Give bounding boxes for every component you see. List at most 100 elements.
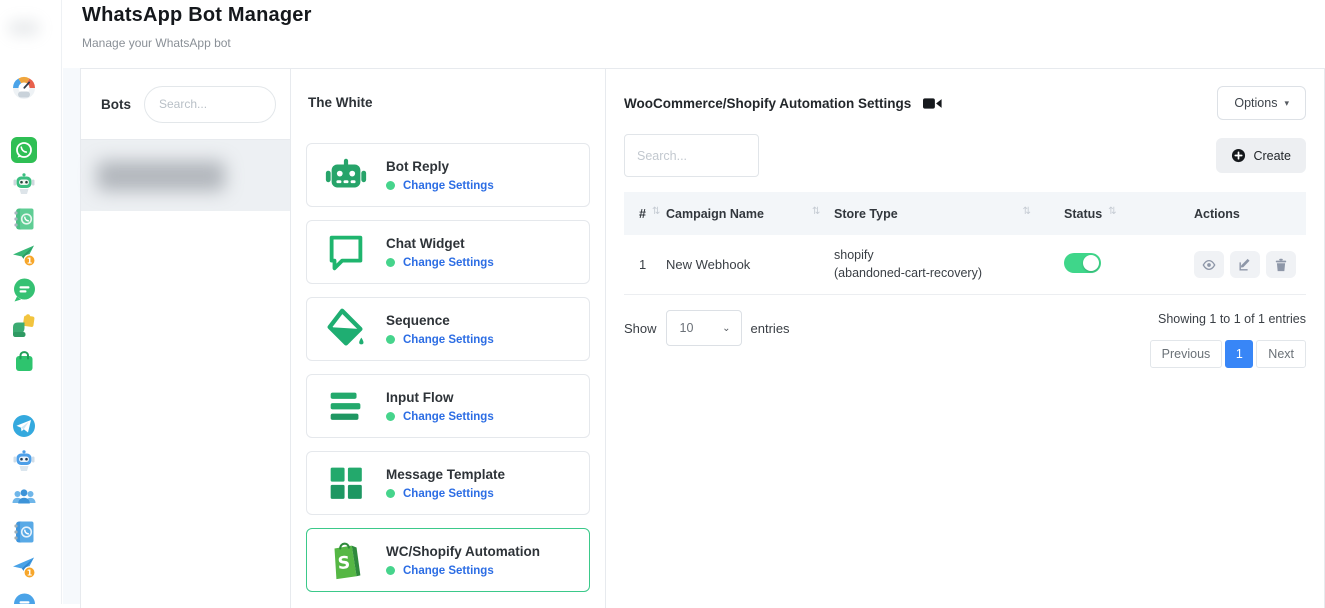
sort-icon: ⇅: [1023, 206, 1031, 217]
sort-icon: ⇅: [812, 206, 820, 217]
telegram-group-icon[interactable]: [11, 484, 37, 510]
whatsapp-campaign-icon[interactable]: 1: [11, 242, 37, 268]
campaign-name-cell: New Webhook: [666, 257, 834, 272]
telegram-icon[interactable]: [11, 413, 37, 439]
create-label: Create: [1253, 149, 1291, 163]
feature-card-text: WC/Shopify Automation Change Settings: [386, 544, 540, 577]
current-page-button[interactable]: 1: [1225, 340, 1253, 368]
next-page-button[interactable]: Next: [1256, 340, 1306, 368]
page-size-value: 10: [680, 321, 694, 335]
feature-card-text: Chat Widget Change Settings: [386, 236, 494, 269]
options-label: Options: [1234, 96, 1277, 110]
pagination-block: Showing 1 to 1 of 1 entries Previous 1 N…: [1150, 310, 1306, 368]
column-header-campaign-name[interactable]: Campaign Name⇅: [666, 207, 834, 221]
telegram-campaign-icon[interactable]: 1: [11, 554, 37, 580]
telegram-chat-icon[interactable]: [11, 592, 37, 604]
view-button[interactable]: [1194, 251, 1224, 278]
table-toolbar: Create: [624, 134, 1306, 177]
change-settings-link[interactable]: Change Settings: [403, 411, 494, 423]
whatsapp-contacts-icon[interactable]: [11, 206, 37, 232]
change-settings-link[interactable]: Change Settings: [403, 257, 494, 269]
svg-text:S: S: [337, 553, 351, 574]
chevron-down-icon: ▾: [1284, 98, 1289, 109]
trash-icon: [1274, 258, 1288, 272]
bots-search-input[interactable]: [144, 86, 276, 123]
table-search-input[interactable]: [624, 134, 759, 177]
feature-card-text: Input Flow Change Settings: [386, 390, 494, 423]
background-strip: [63, 68, 80, 604]
feature-card-text: Bot Reply Change Settings: [386, 159, 494, 192]
edit-icon: [1238, 258, 1252, 272]
change-settings-link[interactable]: Change Settings: [403, 334, 494, 346]
status-dot: [386, 489, 395, 498]
delete-button[interactable]: [1266, 251, 1296, 278]
feature-card-wc-shopify-automation[interactable]: S WC/Shopify Automation Change Settings: [306, 528, 590, 592]
whatsapp-icon[interactable]: [11, 137, 37, 163]
telegram-bot-icon[interactable]: [11, 448, 37, 474]
column-header-num[interactable]: #⇅: [624, 207, 666, 221]
actions-cell: [1194, 251, 1306, 278]
store-icon[interactable]: [11, 348, 37, 374]
telegram-contacts-icon[interactable]: [11, 519, 37, 545]
bars-icon: [323, 383, 369, 429]
eye-icon: [1202, 258, 1216, 272]
previous-page-button[interactable]: Previous: [1150, 340, 1223, 368]
feature-card-title: Input Flow: [386, 390, 494, 405]
svg-text:1: 1: [27, 256, 33, 265]
change-settings-link[interactable]: Change Settings: [403, 488, 494, 500]
whatsapp-chat-icon[interactable]: [11, 277, 37, 303]
bot-manager-card: Bots The White: [80, 68, 1325, 608]
change-settings-link[interactable]: Change Settings: [403, 565, 494, 577]
column-header-store-type[interactable]: Store Type⇅: [834, 207, 1064, 221]
shopify-bag-icon: S: [323, 537, 369, 583]
page-title: WhatsApp Bot Manager: [82, 4, 312, 27]
pagination: Previous 1 Next: [1150, 340, 1306, 368]
integration-icon[interactable]: [11, 313, 37, 339]
store-type-cell: shopify (abandoned-cart-recovery): [834, 247, 1064, 282]
create-button[interactable]: Create: [1216, 138, 1306, 173]
bot-list-item-selected[interactable]: [81, 140, 290, 211]
page-size-control: Show 10 ⌄ entries: [624, 310, 790, 346]
row-number: 1: [624, 257, 666, 272]
feature-card-message-template[interactable]: Message Template Change Settings: [306, 451, 590, 515]
automation-settings-panel: WooCommerce/Shopify Automation Settings …: [606, 69, 1324, 608]
whatsapp-bot-icon[interactable]: [11, 171, 37, 197]
feature-card-input-flow[interactable]: Input Flow Change Settings: [306, 374, 590, 438]
column-header-status[interactable]: Status⇅: [1064, 207, 1194, 221]
paint-bucket-icon: [323, 306, 369, 352]
status-dot: [386, 412, 395, 421]
table-row: 1 New Webhook shopify (abandoned-cart-re…: [624, 235, 1306, 295]
chevron-down-icon: ⌄: [722, 323, 730, 334]
feature-card-title: Message Template: [386, 467, 505, 482]
robot-icon: [323, 152, 369, 198]
page-subtitle: Manage your WhatsApp bot: [82, 36, 312, 50]
feature-card-title: Chat Widget: [386, 236, 494, 251]
store-type-line2: (abandoned-cart-recovery): [834, 265, 1064, 283]
status-toggle[interactable]: [1064, 253, 1101, 273]
video-tutorial-icon[interactable]: [923, 97, 942, 110]
feature-card-sequence[interactable]: Sequence Change Settings: [306, 297, 590, 361]
store-type-line1: shopify: [834, 247, 1064, 265]
change-settings-link[interactable]: Change Settings: [403, 180, 494, 192]
svg-text:1: 1: [27, 568, 33, 577]
edit-button[interactable]: [1230, 251, 1260, 278]
settings-title: WooCommerce/Shopify Automation Settings: [624, 96, 911, 111]
feature-card-title: WC/Shopify Automation: [386, 544, 540, 559]
entries-label: entries: [751, 321, 790, 336]
feature-card-bot-reply[interactable]: Bot Reply Change Settings: [306, 143, 590, 207]
table-footer: Show 10 ⌄ entries Showing 1 to 1 of 1 en…: [624, 310, 1306, 368]
feature-card-title: Sequence: [386, 313, 494, 328]
bots-panel-header: Bots: [81, 69, 290, 140]
plus-circle-icon: [1231, 148, 1246, 163]
options-button[interactable]: Options ▾: [1217, 86, 1306, 120]
status-dot: [386, 335, 395, 344]
showing-entries-text: Showing 1 to 1 of 1 entries: [1150, 312, 1306, 326]
app-icon-sidebar: 1: [0, 0, 62, 604]
dashboard-icon[interactable]: [11, 75, 37, 101]
grid-icon: [323, 460, 369, 506]
sort-icon: ⇅: [652, 206, 660, 217]
chat-bubble-icon: [323, 229, 369, 275]
feature-card-chat-widget[interactable]: Chat Widget Change Settings: [306, 220, 590, 284]
page-size-select[interactable]: 10 ⌄: [666, 310, 742, 346]
column-header-actions: Actions: [1194, 207, 1306, 221]
